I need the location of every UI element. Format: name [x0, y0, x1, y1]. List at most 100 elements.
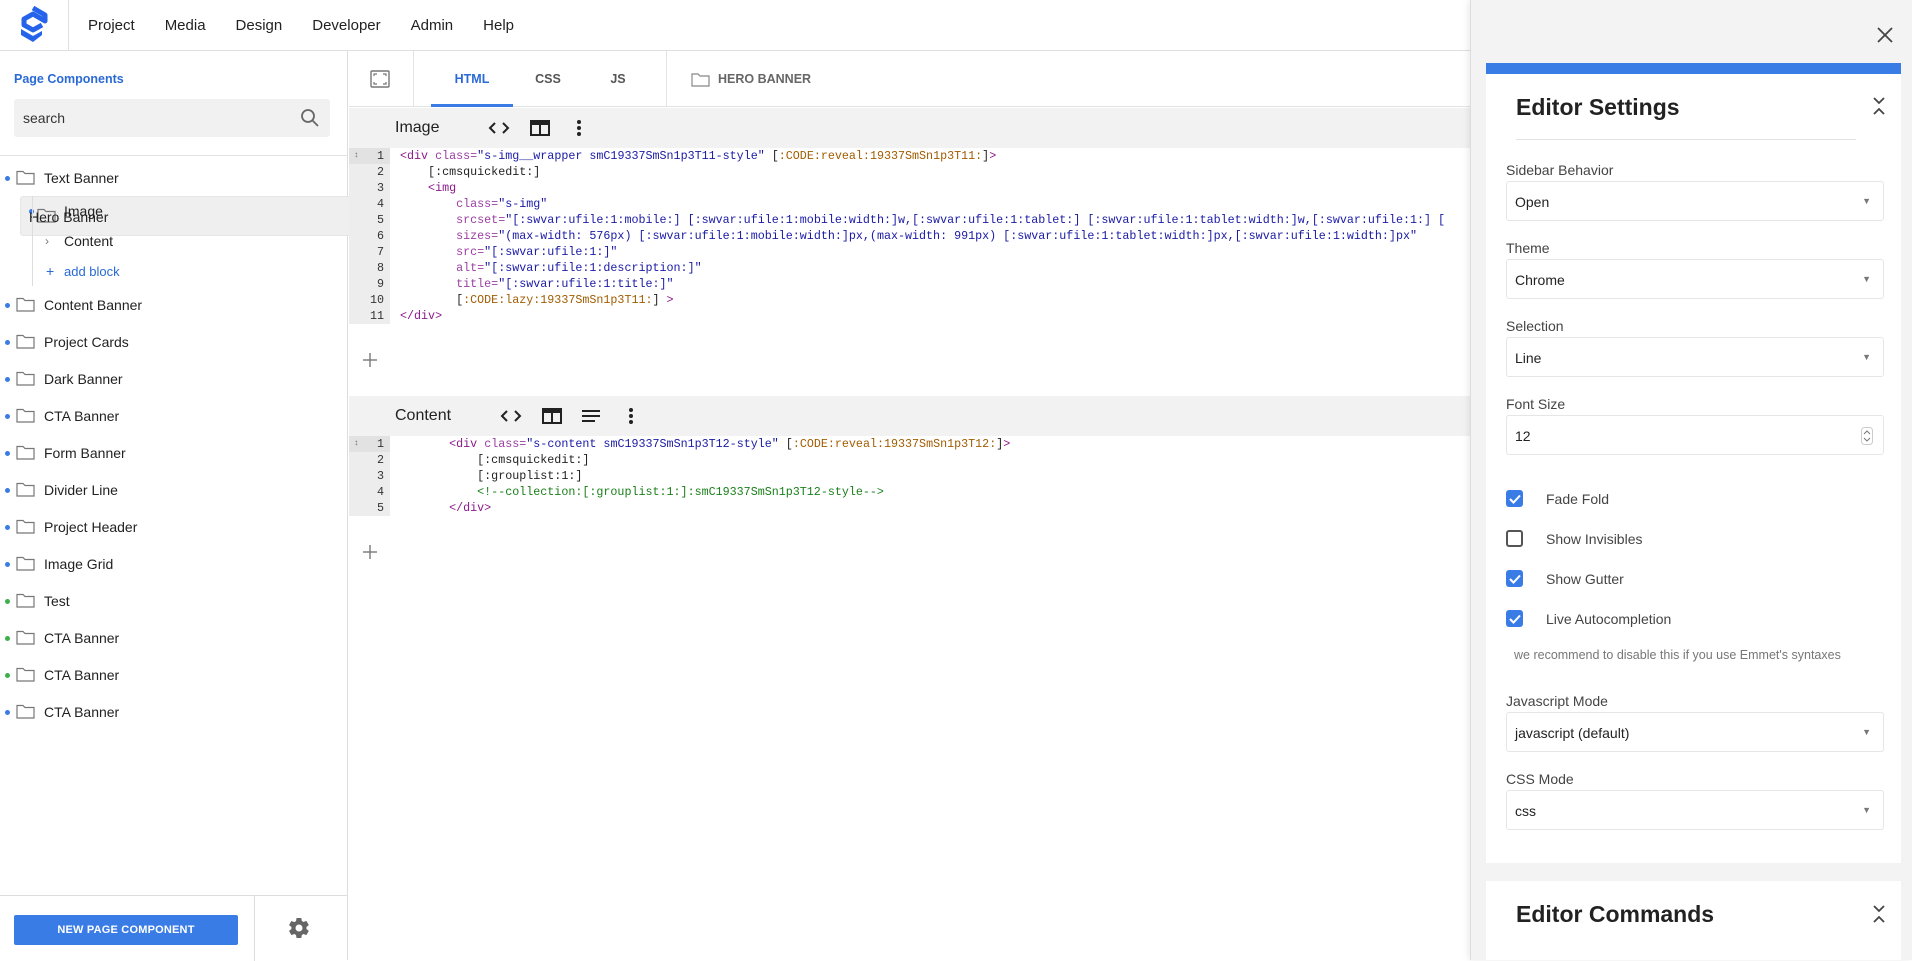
css-mode-select[interactable]: css ▼ [1506, 790, 1884, 830]
code-view-icon[interactable] [488, 118, 510, 138]
search-input[interactable] [14, 99, 284, 137]
tab-js[interactable]: JS [583, 51, 653, 107]
sidebar-item[interactable]: CTA Banner [0, 619, 348, 656]
code-line[interactable]: 5 </div> [349, 500, 1470, 516]
chevron-right-icon[interactable]: › [45, 234, 49, 248]
editor-settings-card: Editor Settings Sidebar Behavior Open ▼ T… [1486, 63, 1901, 863]
sidebar-item[interactable]: Content Banner [0, 286, 348, 323]
checkbox-checked-icon[interactable] [1506, 490, 1523, 507]
code-line[interactable]: 1 ↕ <div class="s-content smC19337SmSn1p3… [349, 436, 1470, 452]
menu-item-design[interactable]: Design [236, 17, 283, 34]
selection-select[interactable]: Line ▼ [1506, 337, 1884, 377]
code-text: sizes="(max-width: 576px) [:swvar:ufile:… [400, 228, 1417, 244]
panel-title-content: Content [395, 407, 452, 424]
folder-icon [16, 334, 35, 349]
sidebar-item[interactable]: Image Grid [0, 545, 348, 582]
menu-item-project[interactable]: Project [88, 17, 135, 34]
app-logo-icon[interactable] [18, 6, 48, 44]
checkbox-unchecked-icon[interactable] [1506, 530, 1523, 547]
close-icon[interactable] [1875, 25, 1895, 45]
select-value: Line [1515, 350, 1542, 366]
sidebar-item[interactable]: CTA Banner [0, 397, 348, 434]
preview-image-icon[interactable] [369, 68, 391, 90]
fold-marker-icon[interactable]: ↕ [354, 148, 359, 164]
sidebar-behavior-select[interactable]: Open ▼ [1506, 181, 1884, 221]
code-line[interactable]: 11 </div> [349, 308, 1470, 324]
code-line[interactable]: 1 ↕ <div class="s-img__wrapper smC19337SmS… [349, 148, 1470, 164]
code-view-icon[interactable] [500, 406, 522, 426]
expand-icon[interactable] [1870, 903, 1888, 925]
card-accent-bar [1486, 63, 1901, 74]
code-line[interactable]: 2 [:cmsquickedit:] [349, 452, 1470, 468]
add-block-label: add block [64, 263, 120, 279]
show-gutter-checkbox[interactable]: Show Gutter [1506, 570, 1624, 587]
code-token: [:cmsquickedit:] [400, 165, 541, 179]
add-block-link[interactable]: + add block [0, 256, 348, 286]
subitem-content[interactable]: › Content [0, 226, 348, 256]
sidebar-item[interactable]: Project Cards [0, 323, 348, 360]
status-dot [5, 710, 10, 715]
code-line[interactable]: 3 [:grouplist:1:] [349, 468, 1470, 484]
tree-line [32, 226, 33, 256]
fold-marker-icon[interactable]: ↕ [354, 436, 359, 452]
js-mode-select[interactable]: javascript (default) ▼ [1506, 712, 1884, 752]
theme-select[interactable]: Chrome ▼ [1506, 259, 1884, 299]
checkbox-checked-icon[interactable] [1506, 610, 1523, 627]
code-text: </div> [400, 500, 491, 516]
code-line[interactable]: 8 alt="[:swvar:ufile:1:description:]" [349, 260, 1470, 276]
tab-html[interactable]: HTML [431, 51, 513, 107]
sidebar-item[interactable]: Project Header [0, 508, 348, 545]
layout-icon[interactable] [529, 118, 551, 138]
live-autocompletion-checkbox[interactable]: Live Autocompletion [1506, 610, 1671, 627]
add-panel-icon[interactable] [361, 351, 379, 369]
gear-icon[interactable] [287, 916, 311, 940]
code-line[interactable]: 4 class="s-img" [349, 196, 1470, 212]
code-line[interactable]: 7 src="[:swvar:ufile:1:]" [349, 244, 1470, 260]
show-invisibles-checkbox[interactable]: Show Invisibles [1506, 530, 1643, 547]
search-icon[interactable] [300, 108, 320, 128]
menu-item-help[interactable]: Help [483, 17, 514, 34]
stepper-icon[interactable] [1861, 427, 1873, 445]
more-options-icon[interactable] [568, 118, 590, 138]
collapse-icon[interactable] [1870, 95, 1888, 117]
code-token: title= [456, 277, 499, 291]
sidebar-item[interactable]: Dark Banner [0, 360, 348, 397]
tab-css[interactable]: CSS [513, 51, 583, 107]
code-line[interactable]: 9 title="[:swvar:ufile:1:title:]" [349, 276, 1470, 292]
line-number: 9 [349, 276, 390, 292]
menu-item-developer[interactable]: Developer [312, 17, 380, 34]
add-panel-icon[interactable] [361, 543, 379, 561]
code-text: <img [400, 180, 456, 196]
checkbox-checked-icon[interactable] [1506, 570, 1523, 587]
folder-icon [16, 482, 35, 497]
sidebar-item[interactable]: Form Banner [0, 434, 348, 471]
list-icon[interactable] [580, 406, 602, 426]
code-token: > [1003, 437, 1011, 451]
menu-item-admin[interactable]: Admin [411, 17, 454, 34]
fade-fold-checkbox[interactable]: Fade Fold [1506, 490, 1609, 507]
page-components-sidebar: Page Components Text BannerHero BannerIm… [0, 51, 398, 961]
folder-icon [16, 593, 35, 608]
sidebar-item[interactable]: CTA Banner [0, 656, 348, 693]
code-line[interactable]: 6 sizes="(max-width: 576px) [:swvar:ufil… [349, 228, 1470, 244]
image-code-editor[interactable]: 1 ↕ <div class="s-img__wrapper smC19337SmS… [349, 148, 1470, 324]
content-code-editor[interactable]: 1 ↕ <div class="s-content smC19337SmSn1p3… [349, 436, 1470, 516]
sidebar-item[interactable]: Test [0, 582, 348, 619]
font-size-input[interactable]: 12 [1506, 415, 1884, 455]
sidebar-item[interactable]: Text Banner [0, 159, 348, 196]
sidebar-item[interactable]: Divider Line [0, 471, 348, 508]
sidebar-item[interactable]: CTA Banner [0, 693, 348, 730]
code-line[interactable]: 3 <img [349, 180, 1470, 196]
more-options-icon[interactable] [620, 406, 642, 426]
code-line[interactable]: 2 [:cmsquickedit:] [349, 164, 1470, 180]
subitem-image[interactable]: Image [0, 196, 348, 226]
code-line[interactable]: 4 <!--collection:[:grouplist:1:]:smC1933… [349, 484, 1470, 500]
code-token: </div> [449, 501, 492, 515]
new-page-component-button[interactable]: NEW PAGE COMPONENT [14, 915, 238, 945]
code-line[interactable]: 10 [:CODE:lazy:19337SmSn1p3T11:] > [349, 292, 1470, 308]
layout-icon[interactable] [541, 406, 563, 426]
menu-item-media[interactable]: Media [165, 17, 206, 34]
code-line[interactable]: 5 srcset="[:swvar:ufile:1:mobile:] [:swv… [349, 212, 1470, 228]
